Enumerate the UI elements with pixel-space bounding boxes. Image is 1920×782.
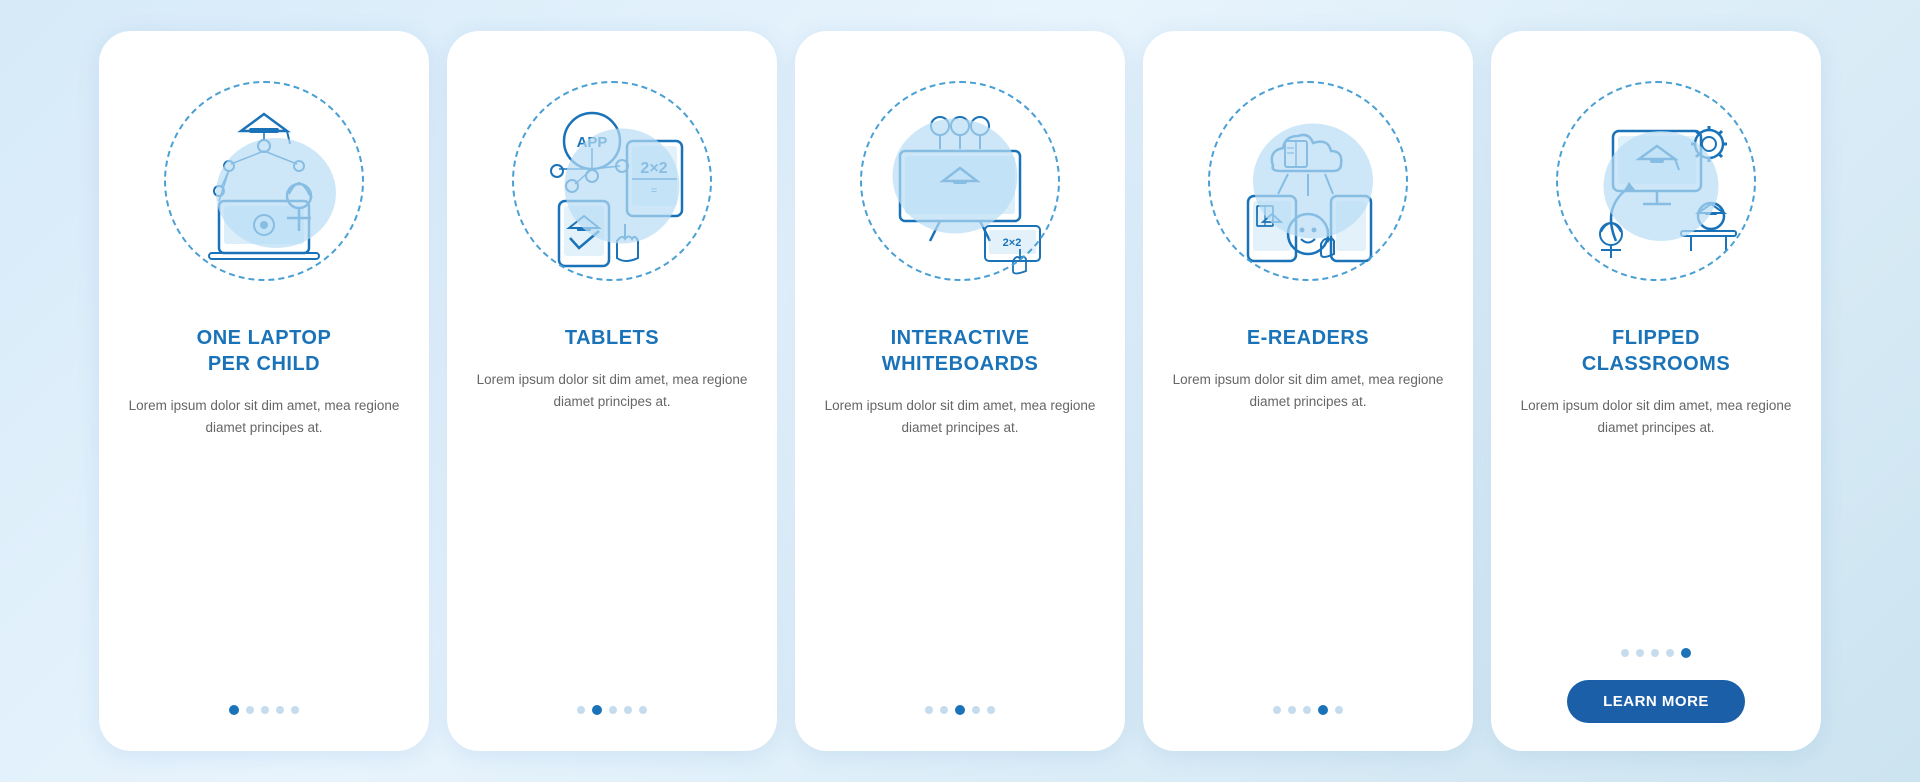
dot-2[interactable] [592,705,602,715]
dot-3[interactable] [609,706,617,714]
dot-1[interactable] [925,706,933,714]
card-flipped-classrooms: FLIPPED CLASSROOMS Lorem ipsum dolor sit… [1491,31,1821,751]
illustration-whiteboards: 2×2 [840,61,1080,301]
card-title-tablets: TABLETS [565,325,659,351]
illustration-tablets: APP 2×2 = [492,61,732,301]
card-desc-tablets: Lorem ipsum dolor sit dim amet, mea regi… [471,369,753,412]
dot-4[interactable] [624,706,632,714]
dot-3[interactable] [1303,706,1311,714]
dot-3[interactable] [1651,649,1659,657]
card-title-flipped: FLIPPED CLASSROOMS [1582,325,1730,377]
dot-5[interactable] [987,706,995,714]
illustration-ereaders [1188,61,1428,301]
dots-row-tablets [577,705,647,715]
dot-5[interactable] [639,706,647,714]
dot-4[interactable] [972,706,980,714]
dot-2[interactable] [940,706,948,714]
card-desc-ereaders: Lorem ipsum dolor sit dim amet, mea regi… [1167,369,1449,412]
illustration-laptop-per-child [144,61,384,301]
dots-row-whiteboards [925,705,995,715]
dot-5[interactable] [1335,706,1343,714]
card-whiteboards: 2×2 INTERACTIVE WHITEBOARDS Lorem ipsum … [795,31,1125,751]
dot-2[interactable] [246,706,254,714]
card-title-ereaders: E-READERS [1247,325,1369,351]
illustration-flipped-classrooms [1536,61,1776,301]
dot-2[interactable] [1288,706,1296,714]
dot-1[interactable] [1273,706,1281,714]
dot-5[interactable] [291,706,299,714]
card-laptop-per-child: ONE LAPTOP PER CHILD Lorem ipsum dolor s… [99,31,429,751]
dot-3[interactable] [955,705,965,715]
card-desc-whiteboards: Lorem ipsum dolor sit dim amet, mea regi… [819,395,1101,438]
dots-row-laptop [229,705,299,715]
dot-4[interactable] [276,706,284,714]
dot-4[interactable] [1318,705,1328,715]
dots-row-ereaders [1273,705,1343,715]
card-tablets: APP 2×2 = [447,31,777,751]
dots-row-flipped [1621,648,1691,658]
learn-more-button[interactable]: LEARN MORE [1567,680,1745,723]
dot-3[interactable] [261,706,269,714]
dot-2[interactable] [1636,649,1644,657]
card-desc-flipped: Lorem ipsum dolor sit dim amet, mea regi… [1515,395,1797,438]
dot-4[interactable] [1666,649,1674,657]
dot-1[interactable] [577,706,585,714]
cards-container: ONE LAPTOP PER CHILD Lorem ipsum dolor s… [79,11,1841,771]
card-title-whiteboards: INTERACTIVE WHITEBOARDS [882,325,1039,377]
dot-1[interactable] [1621,649,1629,657]
card-ereaders: E-READERS Lorem ipsum dolor sit dim amet… [1143,31,1473,751]
dot-1[interactable] [229,705,239,715]
card-desc-laptop: Lorem ipsum dolor sit dim amet, mea regi… [123,395,405,438]
card-title-laptop: ONE LAPTOP PER CHILD [197,325,332,377]
dot-5[interactable] [1681,648,1691,658]
